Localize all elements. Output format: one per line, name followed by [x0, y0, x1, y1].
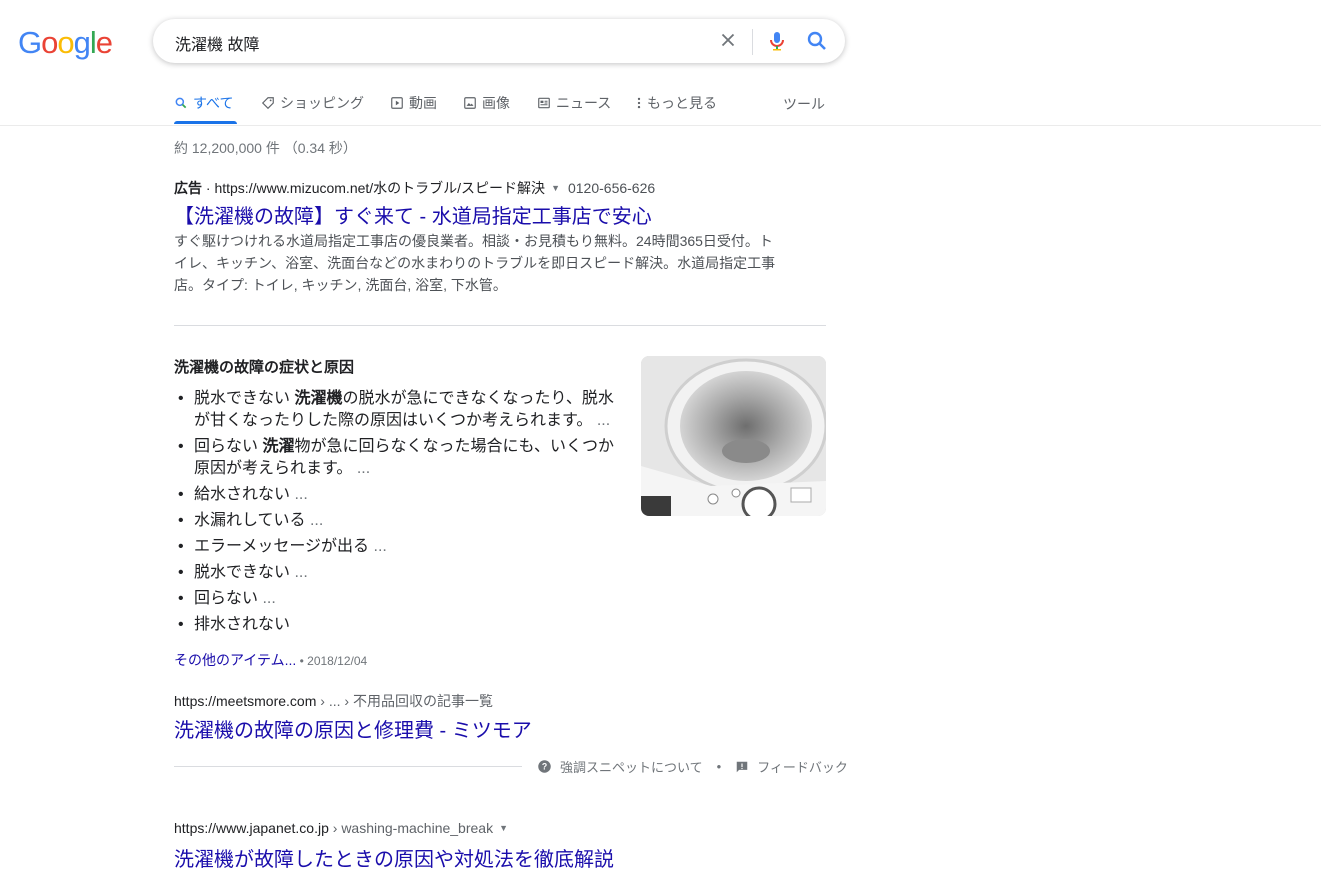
- item-text: 排水されない: [194, 616, 291, 633]
- source-breadcrumb: › ... › 不用品回収の記事一覧: [316, 693, 493, 709]
- ad-url-line: 広告 · https://www.mizucom.net/水のトラブル/スピード…: [174, 178, 655, 198]
- search-icon[interactable]: [805, 29, 829, 53]
- item-ellipsis: ...: [305, 512, 324, 529]
- result-url[interactable]: https://www.japanet.co.jp › washing-mach…: [174, 820, 516, 836]
- mic-icon[interactable]: [765, 29, 789, 53]
- snippet-date: 2018/12/04: [307, 654, 368, 668]
- item-ellipsis: ...: [258, 590, 276, 607]
- logo-letter: e: [95, 25, 113, 60]
- active-tab-indicator: [174, 121, 237, 124]
- list-item: 回らない ...: [174, 588, 624, 610]
- tab-label: 画像: [482, 95, 510, 111]
- list-item: 排水されない: [174, 614, 624, 636]
- feedback-link[interactable]: フィードバック: [757, 757, 848, 776]
- item-text: 回らない: [194, 590, 259, 607]
- snippet-source-url[interactable]: https://meetsmore.com › ... › 不用品回収の記事一覧: [174, 691, 493, 711]
- search-divider: [752, 29, 753, 55]
- tab-label: ニュース: [556, 95, 612, 111]
- list-item: エラーメッセージが出る ...: [174, 536, 624, 558]
- list-item: 脱水できない 洗濯機の脱水が急にできなくなったり、脱水が甘くなったりした際の原因…: [174, 388, 624, 432]
- caret-down-icon[interactable]: ▼: [499, 823, 508, 833]
- item-text: 給水されない: [194, 486, 291, 503]
- item-ellipsis: ...: [369, 538, 387, 555]
- snippet-list: 脱水できない 洗濯機の脱水が急にできなくなったり、脱水が甘くなったりした際の原因…: [174, 388, 624, 640]
- play-icon: [391, 97, 403, 109]
- result-stats: 約 12,200,000 件 （0.34 秒）: [174, 140, 357, 156]
- item-bold: 洗濯機: [294, 390, 343, 407]
- search-icon: [175, 97, 187, 109]
- ad-separator: ·: [202, 180, 215, 196]
- result-title-link[interactable]: 洗濯機が故障したときの原因や対処法を徹底解説: [174, 843, 614, 872]
- item-text: 脱水できない: [194, 390, 295, 407]
- logo-letter: o: [41, 25, 58, 60]
- feedback-dot: •: [716, 759, 722, 774]
- list-item: 脱水できない ...: [174, 562, 624, 584]
- ad-url[interactable]: https://www.mizucom.net/水のトラブル/スピード解決: [214, 180, 545, 196]
- source-domain: https://meetsmore.com: [174, 693, 317, 709]
- ad-phone[interactable]: 0120-656-626: [568, 180, 655, 196]
- item-ellipsis: ...: [352, 460, 371, 477]
- snippet-source-title-link[interactable]: 洗濯機の故障の原因と修理費 - ミツモア: [174, 714, 532, 743]
- item-ellipsis: ...: [290, 564, 308, 581]
- snippet-heading: 洗濯機の故障の症状と原因: [174, 359, 355, 376]
- item-ellipsis: ...: [290, 486, 308, 503]
- tab-videos[interactable]: 動画: [390, 93, 437, 113]
- list-item: 回らない 洗濯物が急に回らなくなった場合にも、いくつか原因が考えられます。 ..…: [174, 436, 624, 480]
- help-icon[interactable]: ?: [537, 759, 552, 774]
- ad-description: すぐ駆けつけれる水道局指定工事店の優良業者。相談・お見積もり無料。24時間365…: [174, 233, 776, 293]
- tab-label: 動画: [409, 95, 437, 111]
- list-item: 給水されない ...: [174, 484, 624, 506]
- snippet-feedback-row: ? 強調スニペットについて • フィードバック: [537, 757, 848, 776]
- about-snippets-link[interactable]: 強調スニペットについて: [560, 757, 703, 776]
- result-breadcrumb: › washing-machine_break: [328, 820, 494, 836]
- tab-label: もっと見る: [647, 95, 717, 111]
- ad-divider: [174, 325, 826, 326]
- caret-down-icon[interactable]: ▼: [551, 183, 560, 193]
- result-domain: https://www.japanet.co.jp: [174, 820, 329, 836]
- snippet-thumbnail[interactable]: [641, 356, 826, 516]
- list-item: 水漏れしている ...: [174, 510, 624, 532]
- feedback-icon[interactable]: [735, 760, 749, 774]
- item-text: 脱水できない: [194, 564, 291, 581]
- tab-images[interactable]: 画像: [463, 93, 510, 113]
- google-logo[interactable]: Google: [18, 25, 113, 61]
- header-divider: [0, 125, 1321, 126]
- more-vert-icon: [637, 97, 641, 109]
- tab-shopping[interactable]: ショッピング: [261, 93, 364, 113]
- tab-label: すべて: [193, 95, 234, 111]
- logo-letter: g: [73, 25, 91, 60]
- item-bold: 洗濯: [262, 438, 295, 455]
- item-ellipsis: ...: [592, 412, 611, 429]
- logo-letter: o: [57, 25, 74, 60]
- tag-icon: [261, 97, 274, 110]
- news-icon: [538, 97, 550, 109]
- item-text: 水漏れしている: [194, 512, 306, 529]
- tab-more[interactable]: もっと見る: [636, 93, 717, 113]
- search-input[interactable]: 洗濯機 故障: [175, 31, 259, 55]
- ad-badge: 広告: [174, 180, 202, 196]
- item-text: 回らない: [194, 438, 263, 455]
- tab-all[interactable]: すべて: [174, 93, 233, 113]
- tab-label: ショッピング: [280, 95, 364, 111]
- search-box[interactable]: 洗濯機 故障: [153, 19, 845, 63]
- feedback-divider: [174, 766, 522, 767]
- ad-title-link[interactable]: 【洗濯機の故障】すぐ来て - 水道局指定工事店で安心: [174, 200, 652, 229]
- date-separator: •: [296, 654, 308, 668]
- item-text: エラーメッセージが出る: [194, 538, 370, 555]
- washing-machine-image: [641, 356, 826, 516]
- clear-icon[interactable]: [717, 29, 739, 51]
- tools-button[interactable]: ツール: [783, 94, 825, 114]
- snippet-more-line: その他のアイテム... • 2018/12/04: [174, 650, 367, 670]
- tab-news[interactable]: ニュース: [537, 93, 611, 113]
- more-items-link[interactable]: その他のアイテム...: [174, 652, 296, 668]
- logo-letter: G: [18, 25, 42, 60]
- svg-text:?: ?: [542, 762, 547, 772]
- image-icon: [464, 97, 476, 109]
